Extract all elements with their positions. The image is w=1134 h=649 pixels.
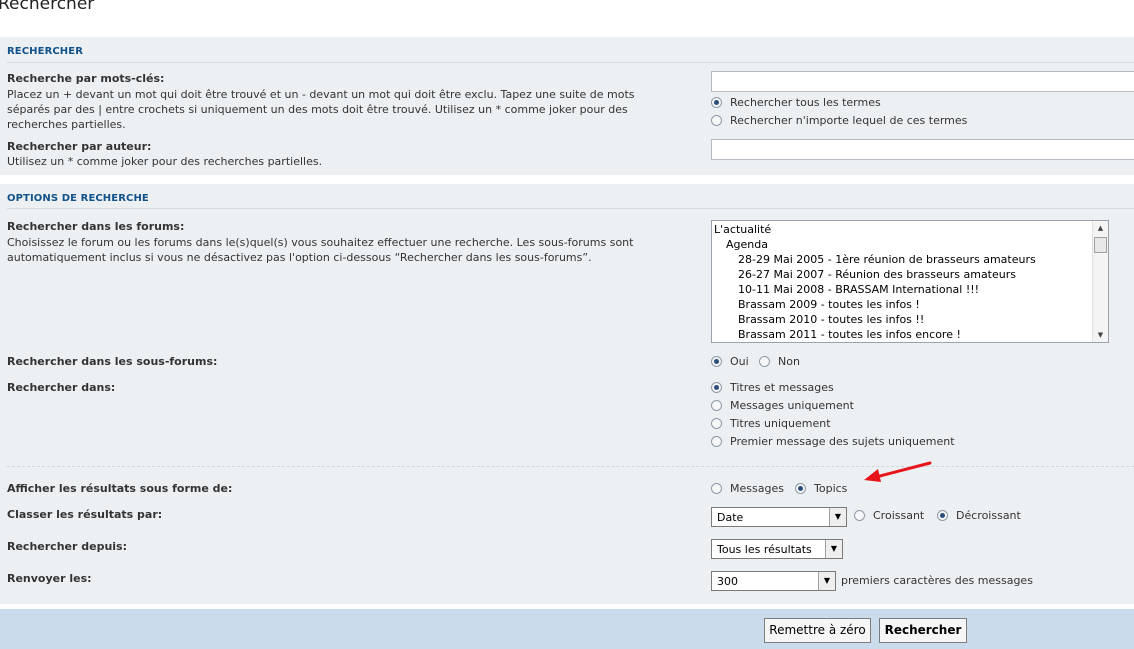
scroll-thumb[interactable] xyxy=(1094,237,1107,253)
search-in-radio[interactable] xyxy=(711,436,722,447)
keywords-desc-line-2: séparés par des | entre crochets si uniq… xyxy=(7,103,628,116)
subforums-yes-option[interactable]: Oui xyxy=(711,355,749,368)
subforums-no-option[interactable]: Non xyxy=(759,355,800,368)
search-heading-divider xyxy=(7,62,1134,63)
keywords-desc-line-3: recherches partielles. xyxy=(7,118,126,131)
sort-asc-option[interactable]: Croissant xyxy=(854,509,924,522)
search-in-radio[interactable] xyxy=(711,418,722,429)
forum-option[interactable]: 28-29 Mai 2005 - 1ère réunion de brasseu… xyxy=(738,253,1036,266)
options-heading-divider xyxy=(7,208,1134,209)
chevron-down-icon[interactable]: ▼ xyxy=(829,508,846,526)
scroll-up-icon[interactable]: ▲ xyxy=(1093,221,1108,235)
subforums-label: Rechercher dans les sous-forums: xyxy=(7,355,218,368)
subforums-no-label: Non xyxy=(778,355,800,368)
search-section-heading: RECHERCHER xyxy=(7,46,84,57)
return-label: Renvoyer les: xyxy=(7,572,92,585)
keywords-desc-line-1: Placez un + devant un mot qui doit être … xyxy=(7,88,635,101)
forums-listbox[interactable]: L'actualité Agenda 28-29 Mai 2005 - 1ère… xyxy=(711,220,1109,343)
annotation-arrow-icon xyxy=(864,461,932,482)
terms-all-option[interactable]: Rechercher tous les termes xyxy=(711,96,881,109)
forums-desc-line-1: Choisissez le forum ou les forums dans l… xyxy=(7,236,634,249)
search-in-radio[interactable] xyxy=(711,400,722,411)
forums-scrollbar[interactable]: ▲ ▼ xyxy=(1092,221,1108,342)
sort-desc-option[interactable]: Décroissant xyxy=(937,509,1021,522)
chevron-down-icon[interactable]: ▼ xyxy=(825,540,842,558)
search-in-option[interactable]: Titres uniquement xyxy=(711,417,831,430)
since-select[interactable]: Tous les résultats ▼ xyxy=(711,539,843,559)
search-in-option-label: Titres uniquement xyxy=(730,417,831,430)
terms-all-label: Rechercher tous les termes xyxy=(730,96,881,109)
forum-option[interactable]: L'actualité xyxy=(714,223,771,236)
search-in-option[interactable]: Titres et messages xyxy=(711,381,834,394)
since-label: Rechercher depuis: xyxy=(7,540,127,553)
terms-any-option[interactable]: Rechercher n'importe lequel de ces terme… xyxy=(711,114,967,127)
terms-any-label: Rechercher n'importe lequel de ces terme… xyxy=(730,114,968,127)
forum-option[interactable]: Brassam 2011 - toutes les infos encore ! xyxy=(738,328,961,341)
search-in-option-label: Titres et messages xyxy=(730,381,834,394)
return-select[interactable]: 300 ▼ xyxy=(711,571,836,591)
terms-any-radio[interactable] xyxy=(711,115,722,126)
author-desc: Utilisez un * comme joker pour des reche… xyxy=(7,155,323,168)
sort-desc-radio[interactable] xyxy=(937,510,948,521)
search-in-option-label: Premier message des sujets uniquement xyxy=(730,435,955,448)
search-in-radio[interactable] xyxy=(711,382,722,393)
keywords-label: Recherche par mots-clés: xyxy=(7,72,165,85)
display-topics-radio[interactable] xyxy=(795,483,806,494)
subforums-yes-radio[interactable] xyxy=(711,356,722,367)
display-messages-radio[interactable] xyxy=(711,483,722,494)
forum-option[interactable]: 26-27 Mai 2007 - Réunion des brasseurs a… xyxy=(738,268,1016,281)
sort-desc-label: Décroissant xyxy=(956,509,1021,522)
display-messages-label: Messages xyxy=(730,482,784,495)
chevron-down-icon[interactable]: ▼ xyxy=(818,572,835,590)
return-select-value: 300 xyxy=(717,575,738,588)
search-in-option[interactable]: Premier message des sujets uniquement xyxy=(711,435,955,448)
reset-button[interactable]: Remettre à zéro xyxy=(764,618,871,643)
since-select-value: Tous les résultats xyxy=(717,543,812,556)
subforums-yes-label: Oui xyxy=(730,355,749,368)
search-submit-button[interactable]: Rechercher xyxy=(879,618,967,643)
forums-label: Rechercher dans les forums: xyxy=(7,220,185,233)
subforums-no-radio[interactable] xyxy=(759,356,770,367)
display-topics-label: Topics xyxy=(814,482,848,495)
sort-asc-radio[interactable] xyxy=(854,510,865,521)
author-label: Rechercher par auteur: xyxy=(7,140,152,153)
forum-option[interactable]: Brassam 2010 - toutes les infos !! xyxy=(738,313,924,326)
forum-option[interactable]: 10-11 Mai 2008 - BRASSAM International !… xyxy=(738,283,979,296)
search-in-option-label: Messages uniquement xyxy=(730,399,854,412)
sort-asc-label: Croissant xyxy=(873,509,925,522)
keywords-input[interactable] xyxy=(711,71,1134,92)
display-topics-option[interactable]: Topics xyxy=(795,482,847,495)
options-section-heading: OPTIONS DE RECHERCHE xyxy=(7,193,149,204)
forum-option[interactable]: Brassam 2009 - toutes les infos ! xyxy=(738,298,920,311)
search-in-label: Rechercher dans: xyxy=(7,381,116,394)
display-messages-option[interactable]: Messages xyxy=(711,482,784,495)
sort-select[interactable]: Date ▼ xyxy=(711,507,847,527)
options-divider xyxy=(7,466,1134,467)
author-input[interactable] xyxy=(711,139,1134,160)
forum-option[interactable]: Agenda xyxy=(726,238,768,251)
search-in-option[interactable]: Messages uniquement xyxy=(711,399,854,412)
sort-label: Classer les résultats par: xyxy=(7,508,163,521)
forums-desc-line-2: automatiquement inclus si vous ne désact… xyxy=(7,251,592,264)
return-suffix: premiers caractères des messages xyxy=(841,574,1033,587)
scroll-down-icon[interactable]: ▼ xyxy=(1093,328,1108,342)
sort-select-value: Date xyxy=(717,511,744,524)
terms-all-radio[interactable] xyxy=(711,97,722,108)
page-title: Rechercher xyxy=(0,0,95,14)
display-label: Afficher les résultats sous forme de: xyxy=(7,482,233,495)
